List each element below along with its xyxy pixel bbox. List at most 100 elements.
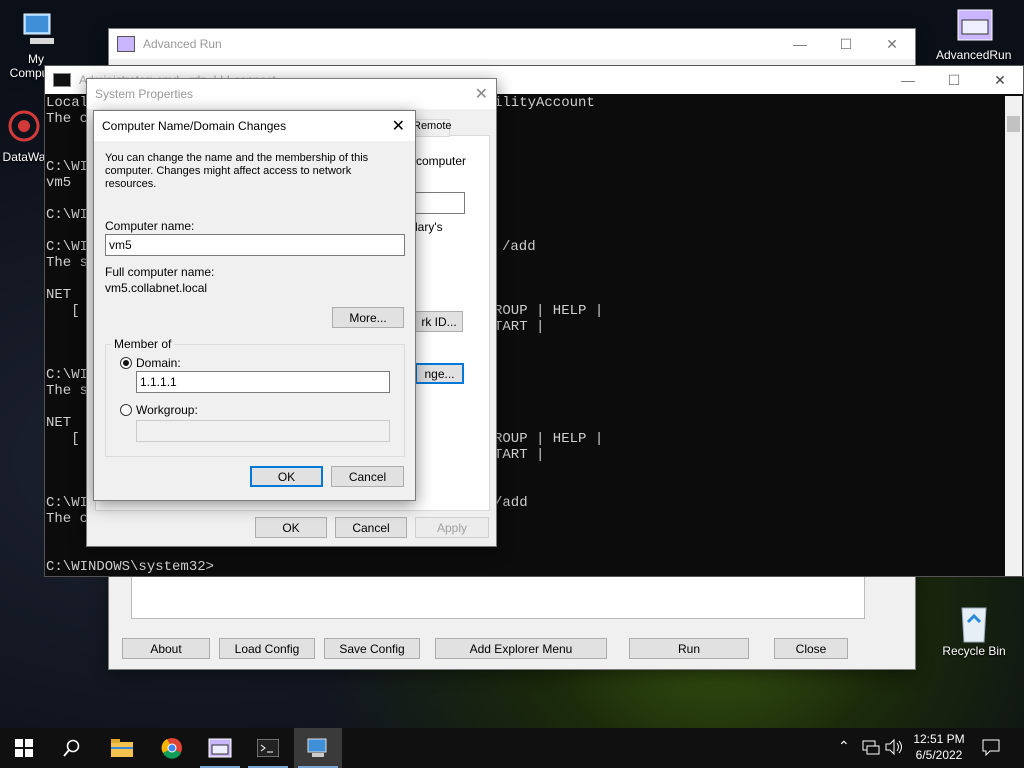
window-title: Advanced Run — [143, 37, 222, 51]
full-name-label: Full computer name: — [105, 265, 215, 279]
console-text: TART | — [494, 319, 545, 335]
change-button[interactable]: nge... — [415, 363, 464, 384]
dialog-title: Computer Name/Domain Changes — [102, 119, 287, 133]
advancedrun-icon — [117, 36, 135, 52]
console-line: The s — [46, 383, 89, 399]
domain-radio[interactable] — [120, 357, 132, 369]
advanced-run-titlebar[interactable]: Advanced Run — ☐ ✕ — [109, 29, 915, 59]
volume-icon[interactable] — [884, 738, 904, 759]
close-icon[interactable]: ✕ — [392, 116, 405, 136]
desktop-icon-label: AdvancedRun — [936, 48, 1012, 62]
domain-label: Domain: — [136, 356, 181, 370]
file-explorer-button[interactable] — [98, 728, 146, 768]
console-line: [ — [46, 303, 80, 319]
console-line: vm5 — [46, 175, 72, 191]
computer-name-input[interactable]: vm5 — [105, 234, 405, 256]
search-icon — [63, 739, 80, 757]
desktop-icon-label: Recycle Bin — [942, 644, 1006, 658]
run-button[interactable]: Run — [629, 638, 749, 659]
monitor-icon — [16, 10, 56, 50]
advancedrun-taskbar-button[interactable] — [196, 728, 244, 768]
cancel-button[interactable]: Cancel — [331, 466, 404, 487]
workgroup-label: Workgroup: — [136, 403, 198, 417]
label-text: lary's — [415, 220, 443, 234]
window-title: System Properties — [95, 87, 194, 101]
taskbar: ⌃ 12:51 PM 6/5/2022 — [0, 728, 1024, 768]
maximize-icon[interactable]: ☐ — [823, 29, 869, 59]
about-button[interactable]: About — [122, 638, 210, 659]
full-name-value: vm5.collabnet.local — [105, 281, 208, 295]
console-text: ilityAccount — [494, 95, 595, 111]
recycle-bin-icon — [954, 602, 994, 643]
console-line: C:\WI — [46, 159, 89, 175]
cancel-button[interactable]: Cancel — [335, 517, 407, 538]
console-line: C:\WI — [46, 207, 89, 223]
member-of-label: Member of — [111, 337, 175, 351]
notification-icon[interactable] — [982, 738, 1000, 759]
console-line: NET — [46, 415, 72, 431]
console-text: ROUP | HELP | — [494, 431, 604, 447]
console-text: /add — [502, 239, 536, 255]
workgroup-radio[interactable] — [120, 404, 132, 416]
computer-name-dialog[interactable]: Computer Name/Domain Changes ✕ You can c… — [93, 110, 416, 501]
chrome-icon — [161, 738, 182, 759]
windows-logo-icon — [15, 739, 33, 757]
console-line: [ — [46, 431, 80, 447]
close-button[interactable]: Close — [774, 638, 848, 659]
advancedrun-icon — [952, 6, 993, 46]
workgroup-input[interactable] — [136, 420, 390, 442]
console-text: /add — [494, 495, 528, 511]
file-explorer-icon — [111, 739, 133, 757]
cmd-taskbar-button[interactable] — [244, 728, 292, 768]
minimize-icon[interactable]: — — [885, 65, 931, 95]
load-config-button[interactable]: Load Config — [219, 638, 315, 659]
description-text: computer — [416, 154, 467, 168]
search-button[interactable] — [48, 728, 96, 768]
console-line: C:\WI — [46, 495, 89, 511]
console-line: The c — [46, 111, 89, 127]
console-line: The c — [46, 511, 89, 527]
cmd-icon — [257, 739, 279, 757]
ok-button[interactable]: OK — [250, 466, 323, 487]
console-line: C:\WI — [46, 239, 89, 255]
scrollbar-thumb[interactable] — [1007, 116, 1020, 132]
add-explorer-menu-button[interactable]: Add Explorer Menu — [435, 638, 607, 659]
start-button[interactable] — [0, 728, 48, 768]
desktop-icon-advancedrun[interactable]: AdvancedRun — [936, 6, 1012, 62]
console-prompt[interactable]: C:\WINDOWS\system32> — [46, 559, 214, 575]
computer-description-input[interactable] — [415, 192, 465, 214]
computer-name-label: Computer name: — [105, 219, 195, 233]
console-text: TART | — [494, 447, 545, 463]
close-icon[interactable]: ✕ — [977, 65, 1023, 95]
console-line: Local — [46, 95, 89, 111]
network-icon[interactable] — [862, 738, 880, 759]
network-id-button[interactable]: rk ID... — [415, 311, 463, 332]
console-text: ROUP | HELP | — [494, 303, 604, 319]
cmd-icon — [53, 73, 71, 87]
dialog-titlebar[interactable]: Computer Name/Domain Changes ✕ — [94, 111, 415, 141]
more-button[interactable]: More... — [332, 307, 404, 328]
maximize-icon[interactable]: ☐ — [931, 65, 977, 95]
clock-time[interactable]: 12:51 PM — [910, 732, 968, 746]
desktop-icon-recycle-bin[interactable]: Recycle Bin — [938, 602, 1010, 658]
system-properties-icon — [307, 738, 327, 757]
close-icon[interactable]: ✕ — [869, 29, 915, 59]
domain-input[interactable]: 1.1.1.1 — [136, 371, 390, 393]
system-properties-taskbar-button[interactable] — [294, 728, 342, 768]
console-line: The s — [46, 255, 89, 271]
datawarehouse-icon — [4, 108, 44, 148]
clock-date[interactable]: 6/5/2022 — [910, 748, 968, 762]
console-scrollbar[interactable] — [1005, 96, 1022, 576]
save-config-button[interactable]: Save Config — [324, 638, 420, 659]
dialog-description: You can change the name and the membersh… — [105, 152, 369, 190]
close-icon[interactable]: ✕ — [475, 84, 488, 104]
ok-button[interactable]: OK — [255, 517, 327, 538]
advancedrun-icon — [208, 738, 232, 758]
system-properties-titlebar[interactable]: System Properties ✕ — [87, 79, 496, 109]
apply-button[interactable]: Apply — [415, 517, 489, 538]
console-line: NET — [46, 287, 72, 303]
console-line: C:\WI — [46, 367, 89, 383]
minimize-icon[interactable]: — — [777, 29, 823, 59]
chrome-button[interactable] — [148, 728, 196, 768]
chevron-up-icon[interactable]: ⌃ — [838, 738, 850, 755]
